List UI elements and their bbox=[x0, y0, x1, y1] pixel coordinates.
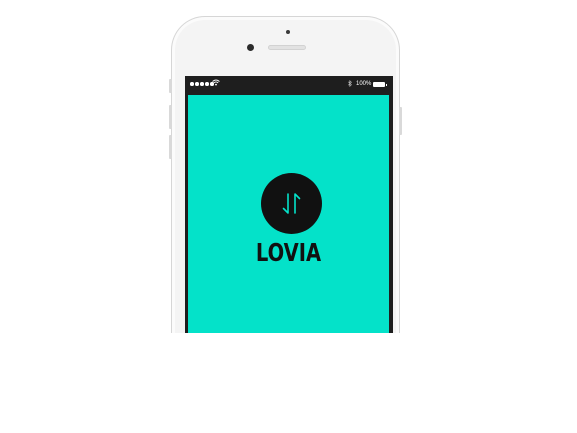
app-logo bbox=[261, 173, 322, 234]
power-button bbox=[399, 107, 402, 135]
volume-up-button bbox=[169, 105, 172, 129]
battery-icon bbox=[373, 82, 387, 87]
status-bar: 100% bbox=[185, 76, 393, 93]
phone-screen: 100% LOVIA bbox=[185, 76, 393, 335]
front-camera bbox=[247, 44, 254, 51]
splash-screen: LOVIA bbox=[188, 95, 389, 335]
phone-frame: 100% LOVIA bbox=[169, 16, 402, 346]
battery-percentage: 100% bbox=[356, 81, 372, 87]
earpiece-speaker bbox=[268, 45, 306, 50]
proximity-sensor bbox=[286, 30, 290, 34]
mute-switch bbox=[169, 79, 172, 93]
up-down-arrows-icon bbox=[282, 193, 301, 214]
bluetooth-icon bbox=[348, 80, 352, 90]
signal-strength-icon bbox=[190, 82, 214, 86]
brand-name: LOVIA bbox=[255, 238, 322, 267]
wifi-icon bbox=[212, 79, 220, 89]
volume-down-button bbox=[169, 135, 172, 159]
page-bottom-area bbox=[0, 333, 577, 433]
